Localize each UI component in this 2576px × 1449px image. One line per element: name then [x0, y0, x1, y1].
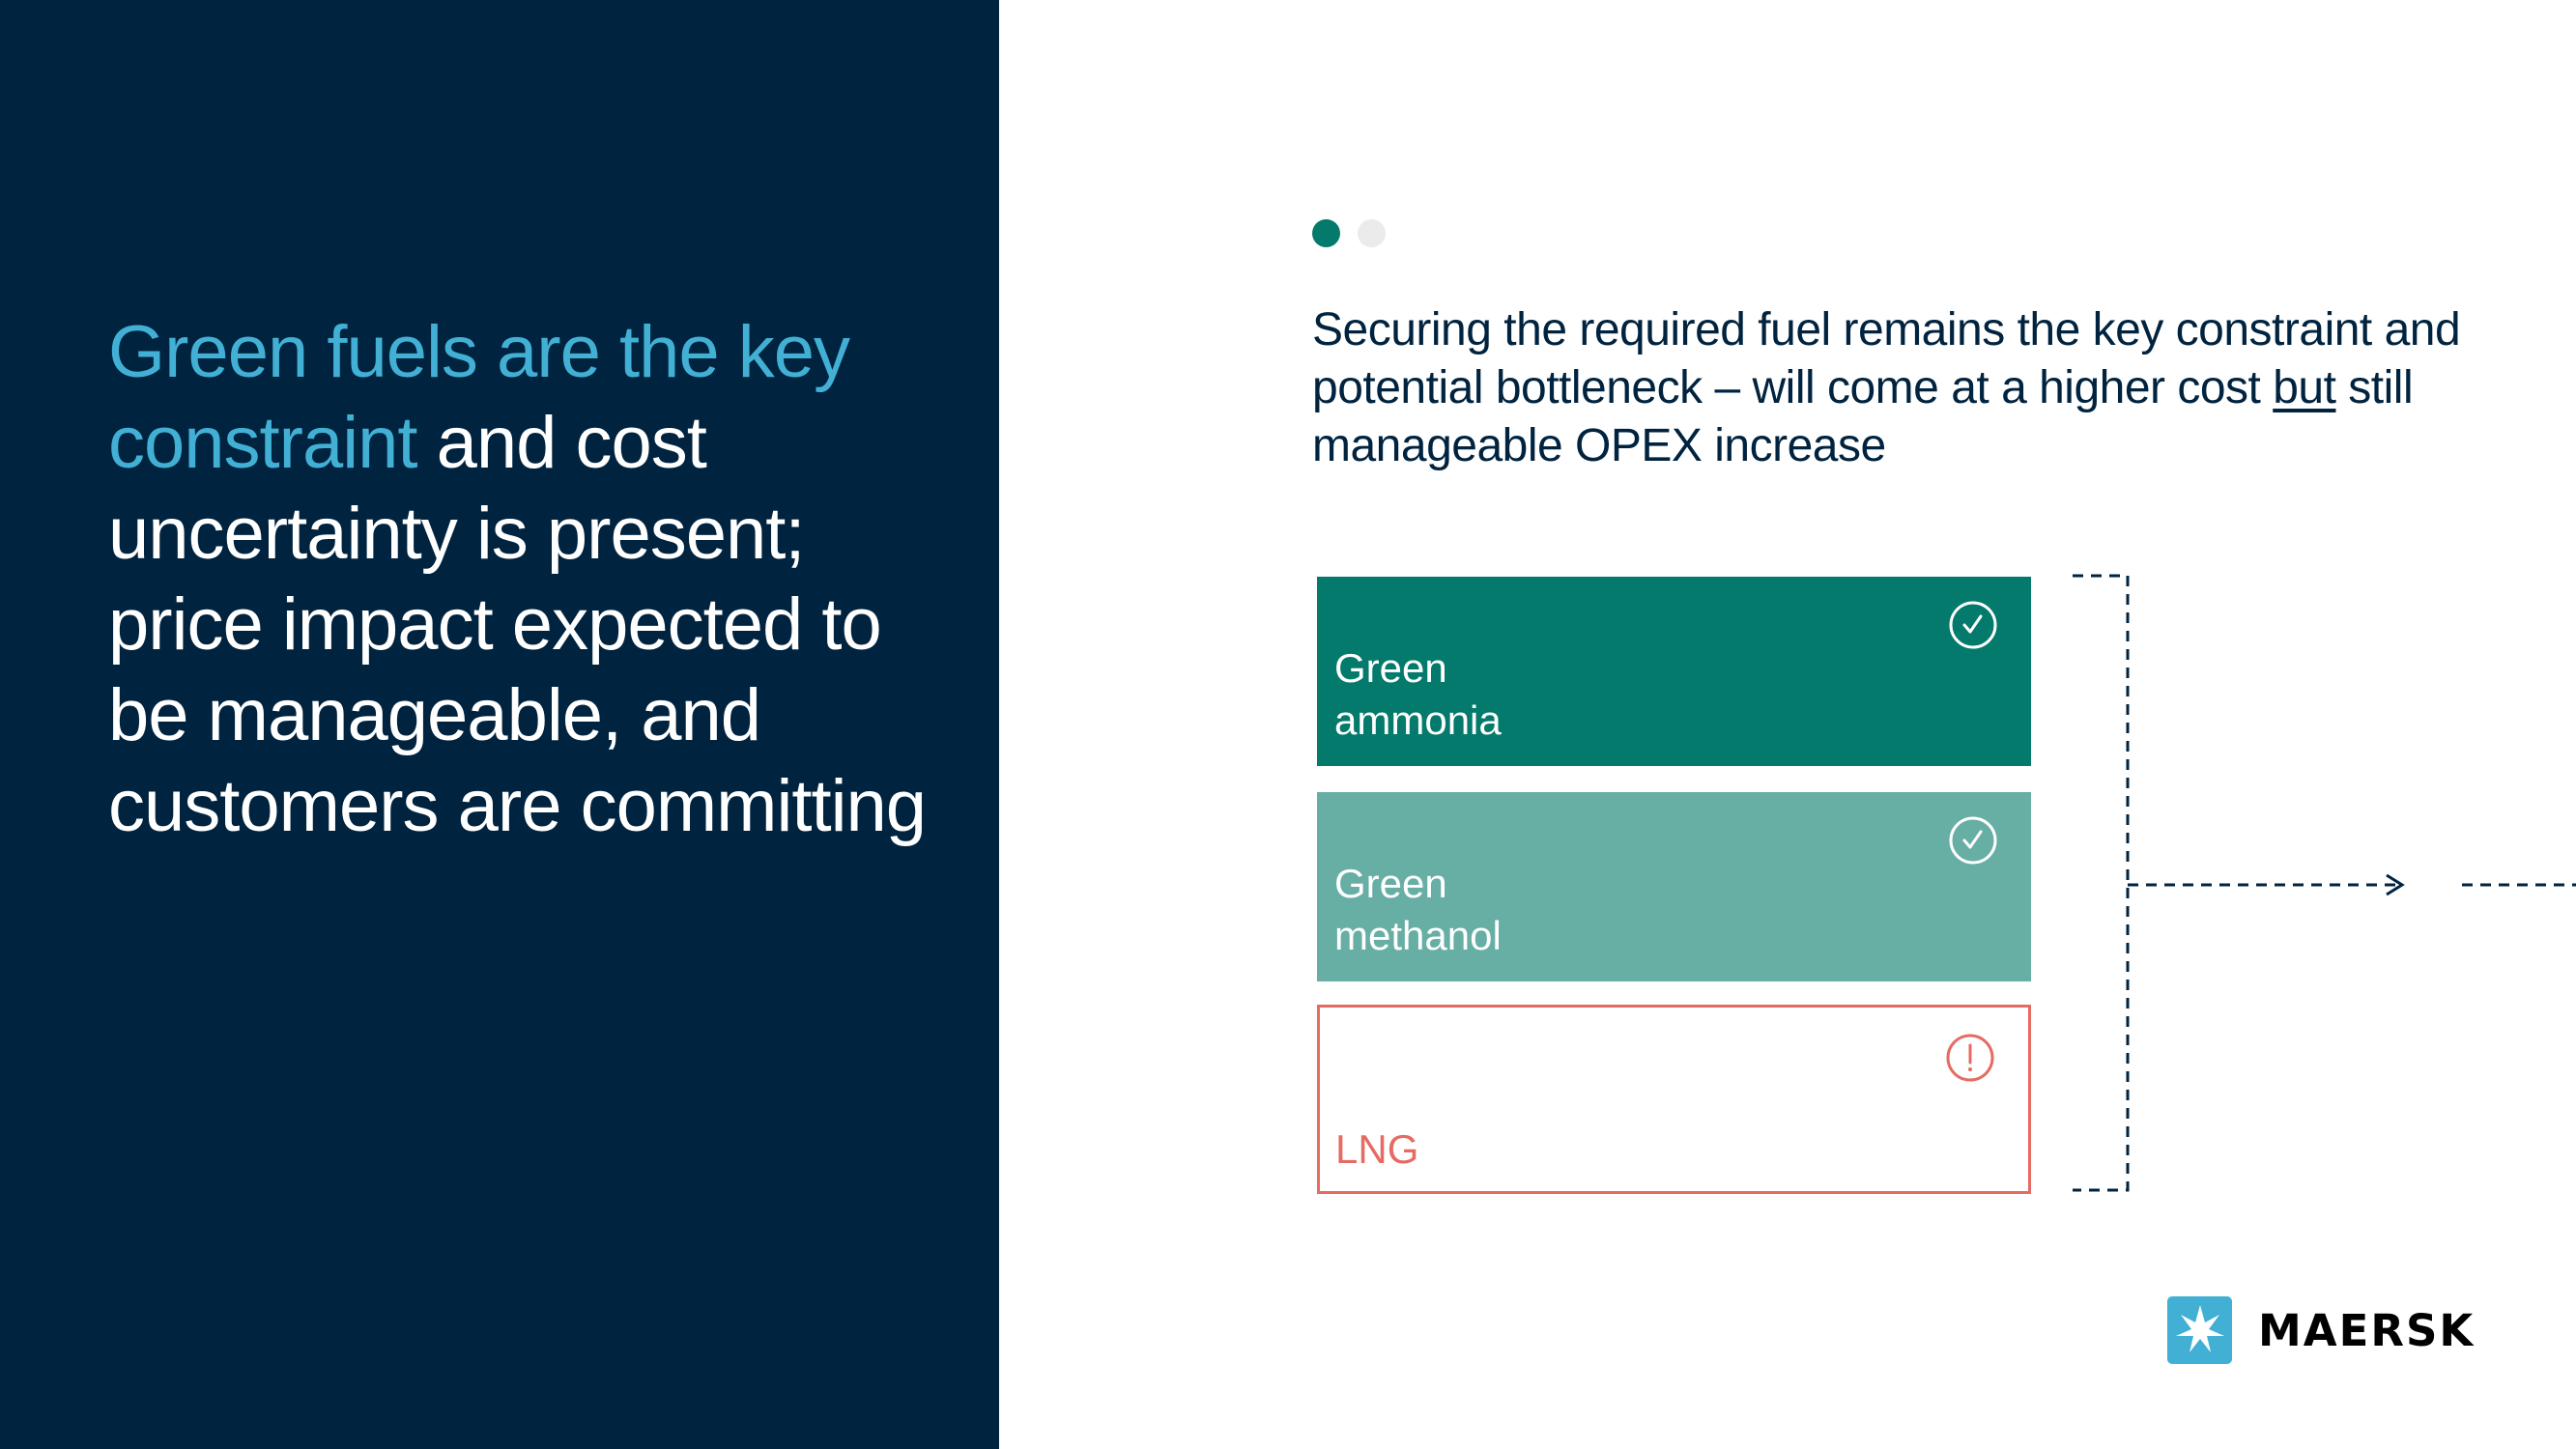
subheading: Securing the required fuel remains the k…: [1312, 301, 2530, 475]
bracket-connector: [2073, 574, 2576, 1192]
left-panel: Green fuels are the key constraint and c…: [0, 0, 999, 1449]
seven-point-star-icon: [2167, 1296, 2232, 1364]
subheading-underlined: but: [2273, 362, 2336, 413]
fuel-box-green-ammonia: Green ammonia: [1317, 577, 2031, 766]
fuel-label: Green methanol: [1334, 861, 1502, 958]
fuel-label: Green ammonia: [1334, 645, 1502, 743]
fuel-box-green-methanol: Green methanol: [1317, 792, 2031, 981]
check-circle-icon: [1948, 815, 1998, 866]
headline: Green fuels are the key constraint and c…: [108, 307, 939, 852]
check-circle-icon: [1948, 600, 1998, 650]
pager-dot-inactive[interactable]: [1358, 219, 1386, 247]
bracket-line: [2073, 574, 2130, 1192]
brand-name: MAERSK: [2258, 1304, 2476, 1356]
fuel-box-lng: LNG: [1317, 1005, 2031, 1194]
slide-pager: [1312, 219, 1386, 247]
maersk-logo: MAERSK: [2167, 1296, 2475, 1364]
fuel-label: LNG: [1335, 1126, 1419, 1172]
warning-circle-icon: [1945, 1033, 1995, 1083]
pager-dot-active[interactable]: [1312, 219, 1340, 247]
